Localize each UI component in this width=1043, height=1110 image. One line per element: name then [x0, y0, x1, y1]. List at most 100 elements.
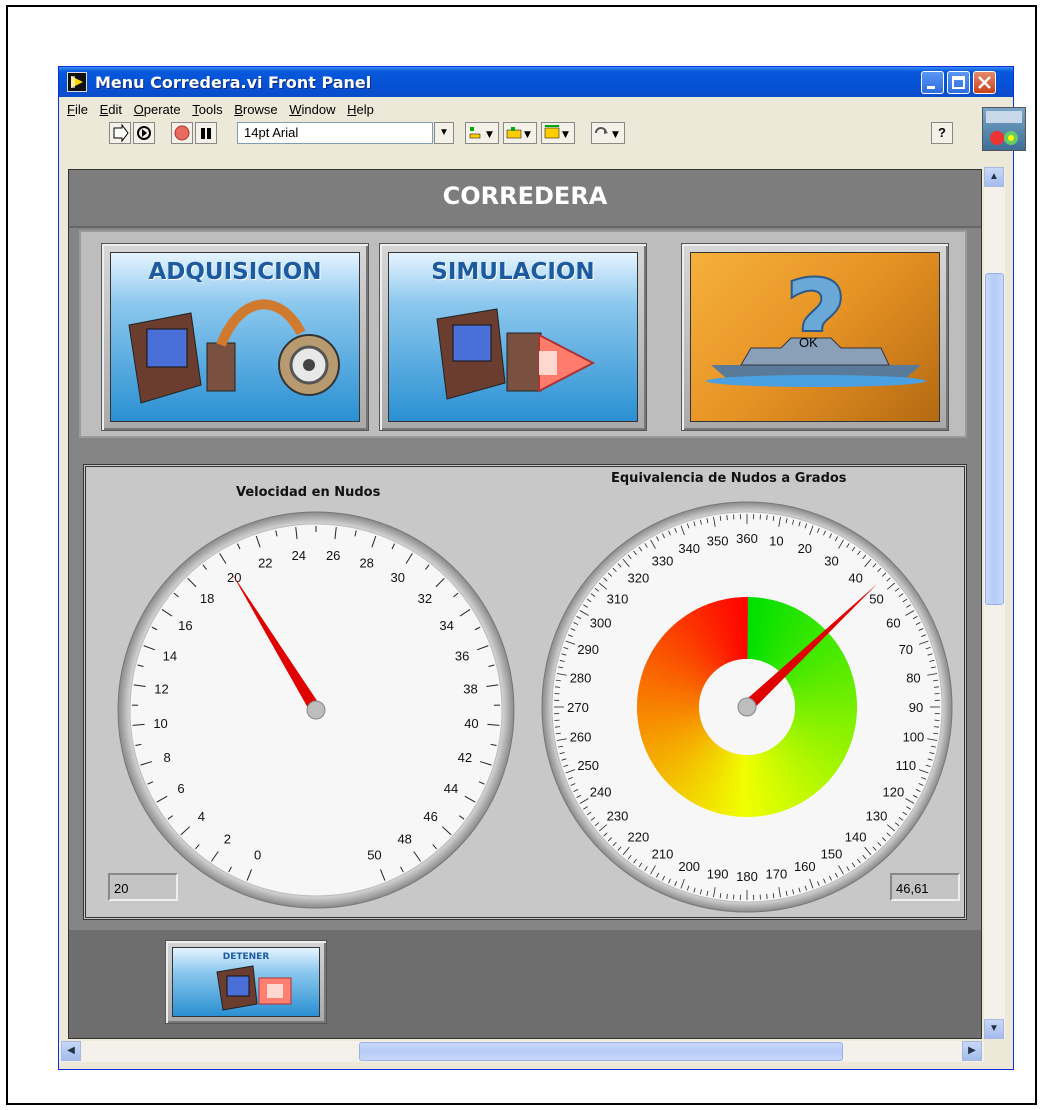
adquisicion-button[interactable]: ADQUISICION — [101, 243, 369, 431]
svg-text:▼: ▼ — [612, 130, 619, 140]
degrees-tick-label: 180 — [736, 869, 758, 884]
scroll-left-icon[interactable]: ◀ — [61, 1041, 81, 1061]
speed-tick-label: 4 — [198, 809, 205, 824]
degrees-gauge-title: Equivalencia de Nudos a Grados — [611, 471, 847, 486]
menu-operate[interactable]: Operate — [134, 102, 181, 117]
scroll-down-icon[interactable]: ▼ — [984, 1019, 1004, 1039]
front-panel-window: Menu Corredera.vi Front Panel File Edit … — [58, 66, 1026, 1070]
simulation-computer-icon — [436, 308, 596, 400]
degrees-tick-label: 70 — [899, 642, 913, 657]
menu-help[interactable]: Help — [347, 102, 374, 117]
degrees-tick-label: 130 — [866, 809, 888, 824]
degrees-readout: 46,61 — [890, 873, 960, 901]
speed-tick-label: 26 — [326, 548, 340, 563]
degrees-tick-label: 100 — [903, 729, 925, 744]
degrees-tick-label: 10 — [769, 534, 783, 549]
help-ship-button[interactable]: ? OK — [681, 243, 949, 431]
speed-tick-label: 44 — [444, 781, 458, 796]
scroll-up-icon[interactable]: ▲ — [984, 167, 1004, 187]
speed-tick-label: 30 — [391, 570, 405, 585]
labview-vi-icon — [67, 72, 87, 92]
distribute-icon[interactable]: ▼ — [503, 122, 537, 144]
abort-icon[interactable] — [171, 122, 193, 144]
resize-icon[interactable]: ▼ — [541, 122, 575, 144]
degrees-tick-label: 210 — [652, 846, 674, 861]
degrees-tick-label: 140 — [845, 829, 867, 844]
font-select-value: 14pt Arial — [244, 125, 299, 140]
simulacion-face: SIMULACION — [388, 252, 638, 422]
degrees-tick-label: 150 — [821, 846, 843, 861]
speed-tick-label: 36 — [455, 648, 469, 663]
detener-button[interactable]: DETENER — [165, 940, 327, 1024]
degrees-tick-label: 270 — [567, 700, 589, 715]
degrees-gauge: 10 20 30 40 5060 70 80 90 100 110 120 130 140150 160 1… — [541, 501, 953, 913]
reorder-icon[interactable]: ▼ — [591, 122, 625, 144]
speed-needle-hub — [306, 700, 326, 720]
speed-gauge: 024681012141618202224 2628303234363840424… — [117, 511, 515, 909]
speed-tick-label: 42 — [458, 750, 472, 765]
minimize-button[interactable] — [921, 71, 944, 94]
panel-title: CORREDERA — [442, 182, 608, 210]
scroll-right-icon[interactable]: ▶ — [962, 1041, 982, 1061]
speed-tick-label: 12 — [154, 682, 168, 697]
menu-tools[interactable]: Tools — [192, 102, 222, 117]
menu-bar: File Edit Operate Tools Browse Window He… — [59, 99, 1013, 119]
menu-window[interactable]: Window — [289, 102, 335, 117]
degrees-tick — [766, 893, 768, 899]
simulacion-button[interactable]: SIMULACION — [379, 243, 647, 431]
vertical-scrollbar[interactable]: ▲ ▼ — [984, 167, 1005, 1039]
speed-tick-label: 0 — [254, 848, 261, 863]
horizontal-scroll-thumb[interactable] — [359, 1042, 843, 1061]
degrees-tick-label: 110 — [895, 758, 916, 773]
degrees-tick-label: 90 — [909, 700, 923, 715]
menu-edit[interactable]: Edit — [100, 102, 122, 117]
adquisicion-face: ADQUISICION — [110, 252, 360, 422]
acquisition-computer-icon — [128, 299, 340, 404]
degrees-tick — [555, 726, 561, 728]
font-select[interactable]: 14pt Arial ▼ — [237, 122, 454, 144]
run-arrow-icon[interactable] — [109, 122, 131, 144]
degrees-needle-hub — [737, 697, 757, 717]
degrees-tick-label: 50 — [869, 591, 883, 606]
align-icon[interactable]: ▼ — [465, 122, 499, 144]
run-continuous-icon[interactable] — [133, 122, 155, 144]
degrees-tick-label: 200 — [678, 859, 700, 874]
speed-tick-label: 2 — [224, 831, 231, 846]
close-button[interactable] — [973, 71, 996, 94]
speed-tick-label: 32 — [418, 591, 432, 606]
chevron-down-icon[interactable]: ▼ — [434, 122, 454, 144]
speed-tick-label: 6 — [177, 781, 184, 796]
degrees-tick-label: 80 — [906, 671, 920, 686]
speed-tick-label: 34 — [439, 618, 453, 633]
help-icon[interactable]: ? — [931, 122, 953, 144]
speed-tick-label: 50 — [367, 848, 381, 863]
button-area: ADQUISICION SIMULACION ? OK — [79, 230, 967, 438]
horizontal-scrollbar[interactable]: ◀ ▶ — [59, 1041, 984, 1062]
meters-area: Velocidad en Nudos Equivalencia de Nudos… — [83, 464, 967, 920]
degrees-tick-label: 170 — [765, 866, 787, 881]
pause-icon[interactable] — [195, 122, 217, 144]
speed-tick-label: 48 — [397, 831, 411, 846]
speed-tick-label: 28 — [359, 555, 373, 570]
vertical-scroll-thumb[interactable] — [985, 273, 1004, 605]
degrees-tick-label: 340 — [678, 541, 700, 556]
maximize-button[interactable] — [947, 71, 970, 94]
title-bar[interactable]: Menu Corredera.vi Front Panel — [59, 67, 1013, 97]
degrees-tick — [726, 893, 728, 899]
degrees-tick-label: 40 — [848, 571, 862, 586]
degrees-tick — [726, 515, 728, 521]
menu-file[interactable]: File — [67, 102, 88, 117]
header-band: CORREDERA — [69, 170, 981, 228]
degrees-tick-label: 350 — [707, 534, 729, 549]
degrees-tick-label: 300 — [590, 616, 612, 631]
degrees-tick — [933, 686, 939, 688]
degrees-tick-label: 260 — [570, 729, 592, 744]
detener-face: DETENER — [172, 947, 320, 1017]
toolbar: 14pt Arial ▼ ▼ ▼ ▼ ▼ ? — [59, 119, 959, 147]
help-ship-face: ? OK — [690, 252, 940, 422]
svg-text:▼: ▼ — [524, 130, 531, 140]
menu-browse[interactable]: Browse — [234, 102, 277, 117]
degrees-tick-label: 310 — [607, 591, 629, 606]
degrees-tick-label: 320 — [628, 571, 650, 586]
degrees-tick-label: 290 — [577, 642, 599, 657]
